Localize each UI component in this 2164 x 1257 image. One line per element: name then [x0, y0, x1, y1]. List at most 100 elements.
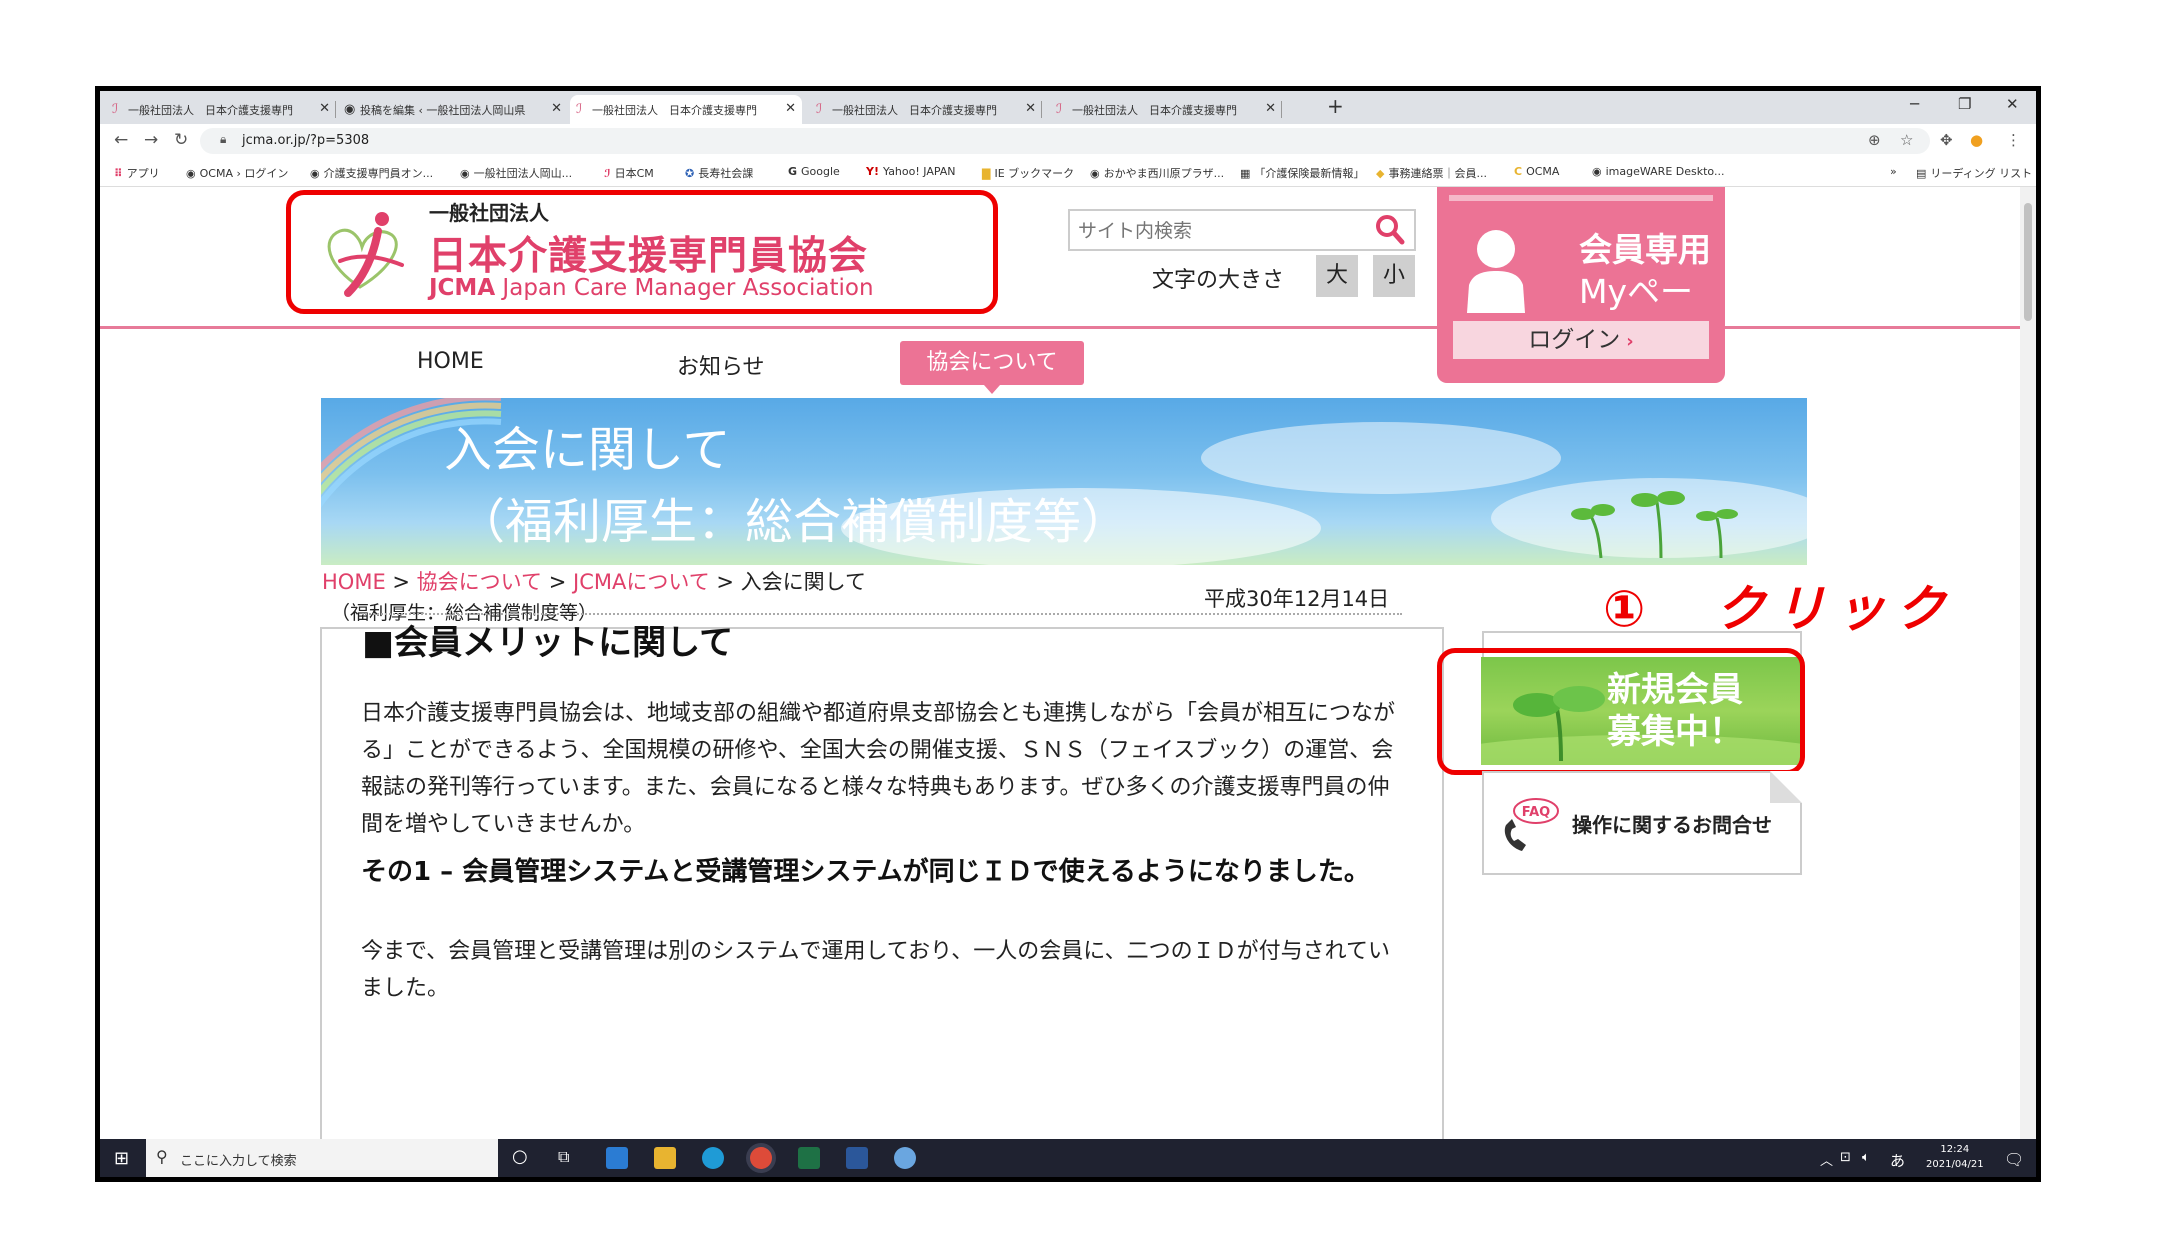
reading-list[interactable]: ▤ リーディング リスト	[1916, 165, 2032, 181]
bookmark-item[interactable]: ◉ imageWARE Deskto...	[1592, 165, 1724, 178]
bookmark-item[interactable]: ✪ 長寿社会課	[685, 165, 753, 181]
bookmark-item[interactable]: G Google	[788, 165, 840, 178]
volume-icon[interactable]: 🔈︎	[1862, 1150, 1870, 1165]
nav-about[interactable]: 協会について	[900, 341, 1084, 394]
address-bar-row: ← → ↻ 🔒︎ jcma.or.jp/?p=5308 ⊕ ☆ ✥ ● ⋮	[100, 124, 2036, 158]
bookmark-item[interactable]: ◉ 介護支援専門員オン...	[310, 165, 433, 181]
close-tab-icon[interactable]: ✕	[785, 101, 796, 116]
url-field[interactable]	[200, 128, 1930, 154]
back-icon[interactable]: ←	[114, 130, 128, 150]
tab-1[interactable]: ℐ 一般社団法人 日本介護支援専門 ✕	[106, 95, 336, 124]
search-icon: ⚲	[156, 1147, 168, 1166]
lock-icon[interactable]: 🔒︎	[220, 132, 226, 147]
font-size-large-button[interactable]: 大	[1316, 255, 1358, 297]
cortana-icon[interactable]: ○	[512, 1146, 528, 1167]
mail-icon[interactable]	[606, 1147, 628, 1169]
member-mypage-panel[interactable]: 会員専用 Myページ ログイン›	[1437, 187, 1725, 383]
close-tab-icon[interactable]: ✕	[1265, 101, 1276, 116]
breadcrumb-jcma[interactable]: JCMAについて	[573, 570, 710, 594]
bookmarks-more-icon[interactable]: »	[1890, 165, 1897, 178]
vertical-scrollbar[interactable]	[2020, 187, 2036, 1139]
reload-icon[interactable]: ↻	[174, 130, 188, 150]
network-icon[interactable]: ⊡	[1840, 1150, 1851, 1165]
breadcrumb-about[interactable]: 協会について	[417, 570, 542, 594]
globe-icon: ◉	[310, 167, 320, 180]
notification-icon[interactable]: 🗨︎	[2004, 1150, 2024, 1169]
nav-news[interactable]: お知らせ	[677, 349, 765, 381]
tab-2[interactable]: ◉ 投稿を編集 ‹ 一般社団法人岡山県 ✕	[338, 95, 568, 124]
tab-title: 一般社団法人 日本介護支援専門	[128, 103, 293, 117]
forward-icon[interactable]: →	[144, 130, 158, 150]
restore-icon[interactable]: ❐	[1958, 95, 1971, 113]
file-explorer-icon[interactable]	[654, 1147, 676, 1169]
search-icon[interactable]	[1374, 213, 1406, 247]
bookmark-item[interactable]: ◉ おかやま西川原プラザ...	[1090, 165, 1224, 181]
site-search	[1068, 209, 1416, 251]
profile-icon[interactable]: ●	[1970, 131, 1983, 149]
ime-indicator[interactable]: あ	[1890, 1150, 1905, 1171]
article-paragraph: 日本介護支援専門員協会は、地域支部の組織や都道府県支部協会とも連携しながら「会員…	[361, 701, 1396, 837]
word-icon[interactable]	[846, 1147, 868, 1169]
bookmark-item[interactable]: C OCMA	[1514, 165, 1559, 178]
bookmark-apps[interactable]: ⠿ アプリ	[114, 165, 160, 181]
bookmark-item[interactable]: ▦ 「介護保険最新情報」	[1240, 165, 1364, 181]
bookmark-item[interactable]: Y! Yahoo! JAPAN	[866, 165, 956, 178]
close-window-icon[interactable]: ✕	[2006, 95, 2019, 113]
bookmark-item[interactable]: ◉ 一般社団法人岡山...	[460, 165, 572, 181]
faq-badge: FAQ	[1522, 805, 1551, 820]
tab-5[interactable]: ℐ 一般社団法人 日本介護支援専門 ✕	[1050, 95, 1282, 124]
chrome-icon[interactable]	[750, 1147, 772, 1169]
task-view-icon[interactable]: ⧉	[558, 1147, 569, 1167]
breadcrumb-home[interactable]: HOME	[322, 570, 386, 594]
breadcrumb-separator: >	[709, 570, 741, 594]
edge-icon[interactable]	[702, 1147, 724, 1169]
bookmark-item[interactable]: ◆ 事務連絡票｜会員...	[1376, 165, 1487, 181]
bookmark-item[interactable]: ▇ IE ブックマーク	[982, 165, 1074, 181]
tab-4[interactable]: ℐ 一般社団法人 日本介護支援専門 ✕	[810, 95, 1042, 124]
url-text[interactable]: jcma.or.jp/?p=5308	[242, 133, 369, 148]
taskbar-search[interactable]: ⚲ ここに入力して検索	[146, 1139, 498, 1177]
app-icon[interactable]	[894, 1147, 916, 1169]
tab-separator	[1281, 101, 1282, 118]
bookmark-item[interactable]: ℐ 日本CM	[604, 165, 654, 181]
person-icon	[1467, 230, 1525, 313]
annotation-highlight-recruit	[1437, 648, 1805, 775]
zoom-icon[interactable]: ⊕	[1868, 131, 1881, 149]
nav-home[interactable]: HOME	[417, 349, 484, 374]
close-tab-icon[interactable]: ✕	[319, 101, 330, 116]
windows-taskbar: ⊞ ⚲ ここに入力して検索 ○ ⧉ ︿ ⊡ 🔈︎ あ 12:24 2021/04/…	[100, 1139, 2036, 1177]
taskbar-search-placeholder: ここに入力して検索	[180, 1154, 297, 1169]
globe-icon: ◉	[186, 167, 196, 180]
windows-start-icon[interactable]: ⊞	[114, 1148, 129, 1169]
extensions-icon[interactable]: ✥	[1940, 131, 1953, 149]
tab-3-active[interactable]: ℐ 一般社団法人 日本介護支援専門 ✕	[570, 95, 802, 124]
excel-icon[interactable]	[798, 1147, 820, 1169]
bookmark-star-icon[interactable]: ☆	[1900, 131, 1913, 149]
taskbar-clock[interactable]: 12:24 2021/04/21	[1926, 1142, 1984, 1172]
menu-kebab-icon[interactable]: ⋮	[2006, 131, 2021, 149]
scrollbar-thumb[interactable]	[2024, 203, 2032, 321]
bookmark-label: Yahoo! JAPAN	[882, 165, 956, 178]
faq-contact-link[interactable]: FAQ 操作に関するお問合せ	[1482, 771, 1802, 875]
close-tab-icon[interactable]: ✕	[551, 101, 562, 116]
faq-phone-icon: FAQ	[1504, 798, 1559, 851]
bookmark-label: 「介護保険最新情報」	[1254, 167, 1365, 180]
bookmark-label: 長寿社会課	[698, 167, 754, 180]
breadcrumb-current: 入会に関して	[740, 570, 867, 594]
bell-icon: ◆	[1376, 167, 1385, 180]
bookmark-label: IE ブックマーク	[994, 167, 1075, 180]
bookmark-label: アプリ	[126, 167, 160, 180]
tray-up-arrow-icon[interactable]: ︿	[1820, 1150, 1833, 1169]
new-tab-icon[interactable]: +	[1327, 94, 1344, 118]
tab-strip: ℐ 一般社団法人 日本介護支援専門 ✕ ◉ 投稿を編集 ‹ 一般社団法人岡山県 …	[100, 91, 2036, 124]
screenshot-frame: ℐ 一般社団法人 日本介護支援専門 ✕ ◉ 投稿を編集 ‹ 一般社団法人岡山県 …	[95, 86, 2041, 1182]
font-size-small-button[interactable]: 小	[1373, 255, 1415, 297]
ocma-icon: C	[1514, 165, 1523, 178]
login-button[interactable]: ログイン ›	[1453, 321, 1709, 359]
site-search-input[interactable]	[1076, 217, 1370, 245]
close-tab-icon[interactable]: ✕	[1025, 101, 1036, 116]
bookmark-item[interactable]: ◉ OCMA › ログイン	[186, 165, 288, 181]
yahoo-icon: Y!	[866, 165, 879, 178]
minimize-icon[interactable]: ─	[1910, 95, 1919, 113]
globe-icon: ◉	[1592, 165, 1602, 178]
